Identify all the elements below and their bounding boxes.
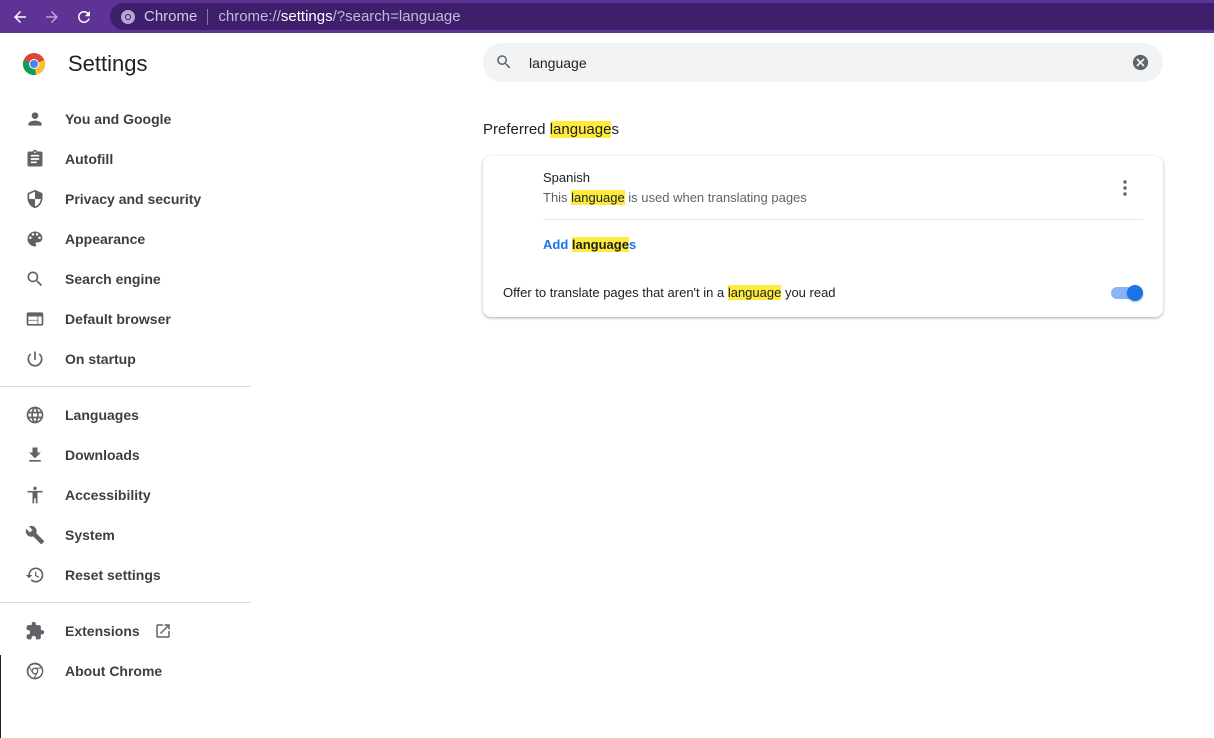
shield-icon xyxy=(24,188,46,210)
heading-suffix: s xyxy=(611,121,619,138)
add-prefix: Add xyxy=(543,237,572,252)
offer-prefix: Offer to translate pages that aren't in … xyxy=(503,285,728,300)
heading-prefix: Preferred xyxy=(483,121,550,138)
sidebar-item-languages[interactable]: Languages xyxy=(0,395,252,435)
sidebar-item-label: Accessibility xyxy=(65,487,151,503)
language-description: This language is used when translating p… xyxy=(543,190,807,205)
address-separator xyxy=(207,8,209,25)
clear-search-button[interactable] xyxy=(1131,53,1150,72)
person-icon xyxy=(24,108,46,130)
browser-window-icon xyxy=(24,308,46,330)
address-bar[interactable]: Chrome chrome://settings/?search=languag… xyxy=(110,3,1214,30)
sidebar-item-label: Search engine xyxy=(65,271,161,287)
language-more-actions-button[interactable] xyxy=(1115,178,1135,198)
sidebar-item-appearance[interactable]: Appearance xyxy=(0,219,252,259)
card-divider xyxy=(543,219,1143,220)
sidebar-item-privacy[interactable]: Privacy and security xyxy=(0,179,252,219)
reload-button[interactable] xyxy=(72,5,96,29)
add-suffix: s xyxy=(628,237,637,252)
window-edge xyxy=(0,655,1,738)
sidebar-item-label: System xyxy=(65,527,115,543)
sidebar-item-downloads[interactable]: Downloads xyxy=(0,435,252,475)
settings-sidebar: Settings You and Google Autofill Privacy… xyxy=(0,33,252,738)
desc-suffix: is used when translating pages xyxy=(624,190,807,205)
url-scheme: chrome:// xyxy=(218,8,281,25)
search-highlight: language xyxy=(727,285,782,300)
arrow-right-icon xyxy=(46,10,58,23)
add-languages-button[interactable]: Add languages xyxy=(543,237,636,252)
sidebar-item-extensions[interactable]: Extensions xyxy=(0,611,252,651)
preferred-languages-heading: Preferred languages xyxy=(483,121,619,138)
search-highlight: language xyxy=(571,237,629,252)
power-icon xyxy=(24,348,46,370)
chrome-site-icon xyxy=(120,9,136,25)
sidebar-item-autofill[interactable]: Autofill xyxy=(0,139,252,179)
sidebar-item-label: Privacy and security xyxy=(65,191,202,207)
sidebar-item-search-engine[interactable]: Search engine xyxy=(0,259,252,299)
chrome-logo-icon xyxy=(22,53,46,75)
chrome-icon xyxy=(24,660,46,682)
desc-prefix: This xyxy=(543,190,572,205)
sidebar-item-reset-settings[interactable]: Reset settings xyxy=(0,555,252,595)
sidebar-item-label: Languages xyxy=(65,407,139,423)
offer-translate-label: Offer to translate pages that aren't in … xyxy=(503,285,836,300)
sidebar-item-you-and-google[interactable]: You and Google xyxy=(0,99,252,139)
sidebar-item-label: Downloads xyxy=(65,447,140,463)
url-host: settings xyxy=(280,8,333,25)
sidebar-item-label: Extensions xyxy=(65,623,140,639)
sidebar-item-default-browser[interactable]: Default browser xyxy=(0,299,252,339)
clipboard-icon xyxy=(24,148,46,170)
sidebar-menu: You and Google Autofill Privacy and secu… xyxy=(0,99,252,691)
palette-icon xyxy=(24,228,46,250)
sidebar-item-label: About Chrome xyxy=(65,663,163,679)
url-path: /?search=language xyxy=(332,8,461,25)
puzzle-icon xyxy=(24,620,46,642)
site-chip-label: Chrome xyxy=(144,8,198,25)
offer-translate-toggle[interactable] xyxy=(1111,285,1143,301)
language-name: Spanish xyxy=(543,170,590,185)
offer-suffix: you read xyxy=(781,285,836,300)
sidebar-divider xyxy=(0,602,251,603)
download-icon xyxy=(24,444,46,466)
settings-header: Settings xyxy=(22,51,148,77)
languages-card: Spanish This language is used when trans… xyxy=(483,156,1163,317)
sidebar-item-accessibility[interactable]: Accessibility xyxy=(0,475,252,515)
forward-button[interactable] xyxy=(40,5,64,29)
arrow-left-icon xyxy=(14,10,26,23)
sidebar-item-label: Appearance xyxy=(65,231,146,247)
sidebar-item-on-startup[interactable]: On startup xyxy=(0,339,252,379)
open-in-new-icon xyxy=(154,622,172,640)
sidebar-item-label: Autofill xyxy=(65,151,114,167)
sidebar-item-label: On startup xyxy=(65,351,136,367)
page-title: Settings xyxy=(68,51,148,76)
sidebar-item-about-chrome[interactable]: About Chrome xyxy=(0,651,252,691)
sidebar-item-label: Default browser xyxy=(65,311,171,327)
search-highlight: language xyxy=(549,121,612,138)
settings-search[interactable] xyxy=(483,43,1163,82)
accessibility-icon xyxy=(24,484,46,506)
history-icon xyxy=(24,564,46,586)
browser-toolbar: Chrome chrome://settings/?search=languag… xyxy=(0,0,1214,33)
toggle-knob xyxy=(1127,285,1143,301)
sidebar-divider xyxy=(0,386,251,387)
more-vertical-icon xyxy=(1123,180,1127,196)
wrench-icon xyxy=(24,524,46,546)
sidebar-item-system[interactable]: System xyxy=(0,515,252,555)
search-input[interactable] xyxy=(529,54,1089,71)
globe-icon xyxy=(24,404,46,426)
search-highlight: language xyxy=(571,190,625,205)
search-icon xyxy=(24,268,46,290)
search-icon xyxy=(495,53,515,73)
back-button[interactable] xyxy=(8,5,32,29)
sidebar-item-label: You and Google xyxy=(65,111,172,127)
sidebar-item-label: Reset settings xyxy=(65,567,161,583)
reload-icon xyxy=(78,10,90,23)
